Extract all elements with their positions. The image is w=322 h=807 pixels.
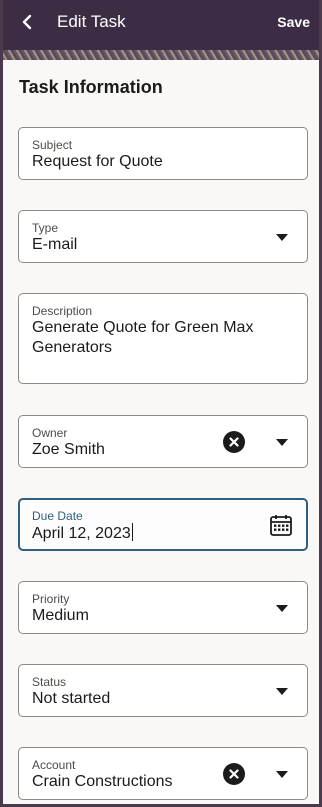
subject-field[interactable]: Subject Request for Quote bbox=[18, 127, 308, 180]
subject-label: Subject bbox=[32, 138, 73, 152]
calendar-icon bbox=[270, 514, 292, 536]
page-title: Edit Task bbox=[57, 12, 126, 31]
section-title: Task Information bbox=[19, 77, 163, 97]
clear-account-button[interactable] bbox=[223, 762, 245, 785]
description-value: Generate Quote for Green Max Generators bbox=[32, 319, 254, 356]
chevron-down-icon bbox=[276, 604, 288, 612]
due-date-field[interactable]: Due Date April 12, 2023 bbox=[18, 498, 308, 551]
description-label: Description bbox=[32, 304, 93, 318]
status-label: Status bbox=[32, 675, 67, 689]
account-select[interactable]: Account Crain Constructions bbox=[18, 747, 308, 800]
app-header: Edit Task Save bbox=[3, 0, 319, 50]
priority-value: Medium bbox=[32, 607, 89, 624]
owner-label: Owner bbox=[32, 426, 68, 440]
clear-owner-button[interactable] bbox=[223, 430, 245, 453]
owner-select[interactable]: Owner Zoe Smith bbox=[18, 415, 308, 468]
due-date-value: April 12, 2023 bbox=[32, 523, 133, 544]
save-button[interactable]: Save bbox=[277, 14, 310, 30]
due-date-text: April 12, 2023 bbox=[32, 525, 131, 542]
priority-select[interactable]: Priority Medium bbox=[18, 581, 308, 634]
chevron-down-icon[interactable] bbox=[276, 770, 288, 778]
edit-task-screen: Edit Task Save Task Information Subject … bbox=[0, 0, 322, 807]
account-value: Crain Constructions bbox=[32, 773, 173, 790]
description-field[interactable]: Description Generate Quote for Green Max… bbox=[18, 293, 308, 384]
due-date-label: Due Date bbox=[32, 509, 83, 523]
back-button[interactable] bbox=[15, 10, 39, 34]
chevron-left-icon bbox=[22, 14, 32, 30]
status-select[interactable]: Status Not started bbox=[18, 664, 308, 717]
header-texture-band bbox=[3, 50, 319, 60]
type-label: Type bbox=[32, 221, 59, 235]
subject-value: Request for Quote bbox=[32, 153, 163, 170]
owner-value: Zoe Smith bbox=[32, 441, 105, 458]
close-icon bbox=[229, 436, 239, 447]
priority-label: Priority bbox=[32, 592, 70, 606]
type-value: E-mail bbox=[32, 236, 78, 253]
close-icon bbox=[229, 768, 239, 779]
chevron-down-icon[interactable] bbox=[276, 438, 288, 446]
text-cursor bbox=[131, 523, 133, 541]
account-label: Account bbox=[32, 758, 76, 772]
status-value: Not started bbox=[32, 690, 111, 707]
calendar-button[interactable] bbox=[269, 513, 293, 537]
type-select[interactable]: Type E-mail bbox=[18, 210, 308, 263]
chevron-down-icon bbox=[276, 233, 288, 241]
chevron-down-icon bbox=[276, 687, 288, 695]
